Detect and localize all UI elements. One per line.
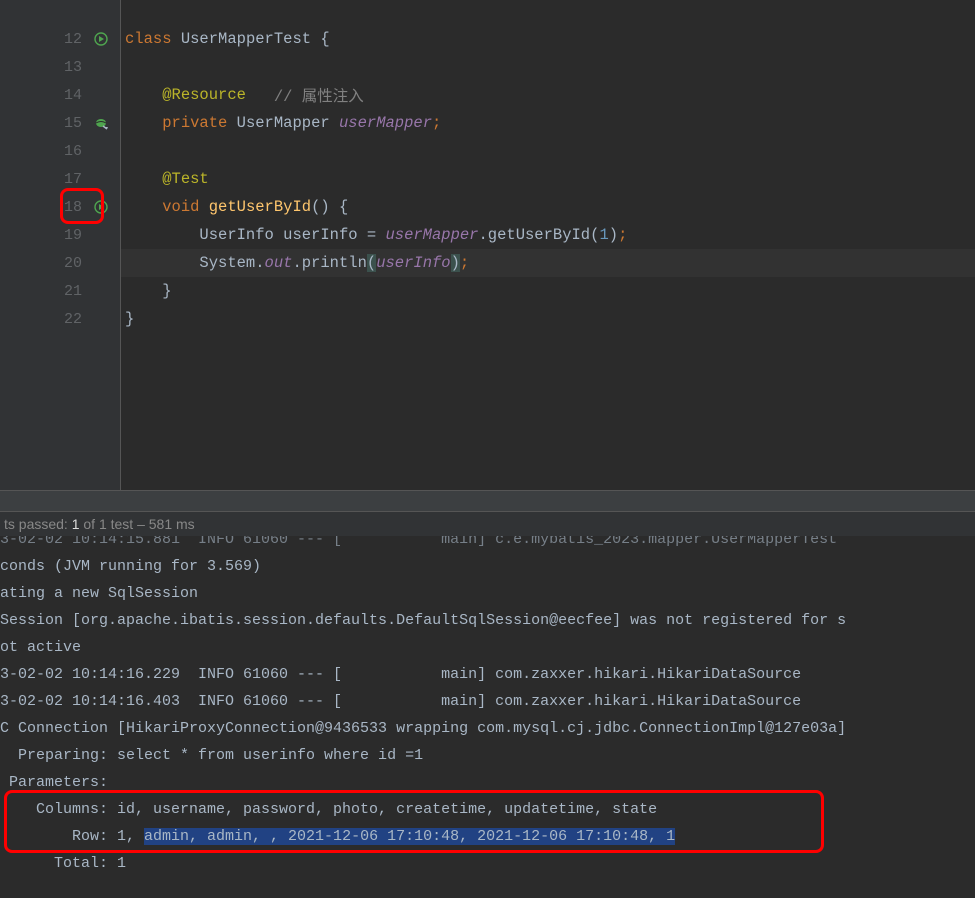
gutter-row: 17 [0,165,120,193]
line-number: 17 [64,171,82,188]
code-line[interactable] [121,137,975,165]
console-line: Preparing: select * from userinfo where … [0,742,975,769]
code-line[interactable]: @Resource // 属性注入 [121,81,975,109]
editor-gutter: 12 13 14 15 16 17 18 19 20 21 22 [0,0,120,490]
line-number: 22 [64,311,82,328]
selected-text: admin, admin, , 2021-12-06 17:10:48, 202… [144,828,675,845]
console-line: Parameters: [0,769,975,796]
gutter-row: 18 [0,193,120,221]
console-line: 3-02-02 10:14:16.229 INFO 61060 --- [ ma… [0,661,975,688]
code-line[interactable] [121,53,975,81]
line-number: 13 [64,59,82,76]
code-line[interactable]: UserInfo userInfo = userMapper.getUserBy… [121,221,975,249]
console-line: ating a new SqlSession [0,580,975,607]
console-line: ot active [0,634,975,661]
panel-separator[interactable] [0,490,975,512]
console-line: Row: 1, admin, admin, , 2021-12-06 17:10… [0,823,975,850]
run-test-icon[interactable] [90,196,112,218]
line-number: 15 [64,115,82,132]
run-test-icon[interactable] [90,28,112,50]
code-editor[interactable]: 12 13 14 15 16 17 18 19 20 21 22 class UserMapperT… [0,0,975,490]
line-number: 12 [64,31,82,48]
console-line: conds (JVM running for 3.569) [0,553,975,580]
tests-passed-label: ts passed: [4,516,72,532]
code-area[interactable]: class UserMapperTest { @Resource // 属性注入… [120,0,975,490]
gutter-row: 16 [0,137,120,165]
line-number: 18 [64,199,82,216]
line-number: 19 [64,227,82,244]
console-line: 3-02-02 10:14:16.403 INFO 61060 --- [ ma… [0,688,975,715]
line-number: 14 [64,87,82,104]
console-output[interactable]: 3-02-02 10:14:15.881 INFO 61060 --- [ ma… [0,536,975,879]
line-number: 16 [64,143,82,160]
gutter-row: 22 [0,305,120,333]
tests-passed-suffix: of 1 test – 581 ms [80,516,195,532]
tests-passed-count: 1 [72,516,80,532]
code-line[interactable]: class UserMapperTest { [121,25,975,53]
console-line: Columns: id, username, password, photo, … [0,796,975,823]
console-line: Session [org.apache.ibatis.session.defau… [0,607,975,634]
gutter-row: 21 [0,277,120,305]
bean-navigate-icon[interactable] [90,112,112,134]
line-number: 20 [64,255,82,272]
gutter-row: 12 [0,25,120,53]
gutter-row: 13 [0,53,120,81]
console-line: Total: 1 [0,850,975,877]
console-line: 3-02-02 10:14:15.881 INFO 61060 --- [ ma… [0,536,975,553]
gutter-row: 15 [0,109,120,137]
code-line[interactable]: void getUserById() { [121,193,975,221]
code-line[interactable]: } [121,305,975,333]
console-line: C Connection [HikariProxyConnection@9436… [0,715,975,742]
code-line[interactable]: System.out.println(userInfo); [121,249,975,277]
gutter-row: 19 [0,221,120,249]
code-line[interactable]: @Test [121,165,975,193]
test-status-bar: ts passed: 1 of 1 test – 581 ms [0,512,975,536]
gutter-row: 20 [0,249,120,277]
code-line[interactable]: private UserMapper userMapper; [121,109,975,137]
line-number: 21 [64,283,82,300]
gutter-row: 14 [0,81,120,109]
code-line[interactable]: } [121,277,975,305]
